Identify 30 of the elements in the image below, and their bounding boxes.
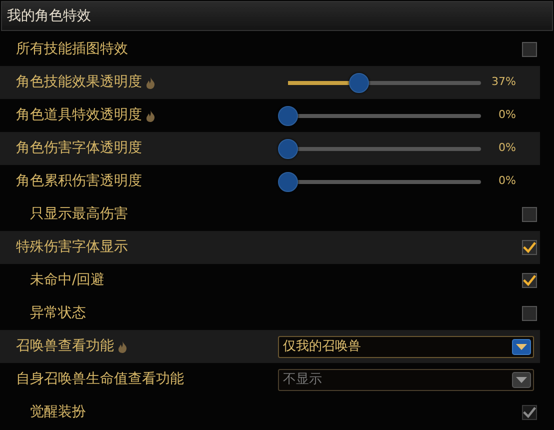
setting-label: 角色伤害字体透明度 [16,139,142,158]
slider-thumb[interactable] [278,106,298,126]
checkbox[interactable] [522,273,537,288]
setting-label: 未命中/回避 [30,271,105,290]
check-icon [523,406,536,419]
slider-thumb[interactable] [278,172,298,192]
setting-label: 角色道具特效透明度 [16,106,142,125]
setting-label: 觉醒装扮 [30,403,86,422]
setting-label: 特殊伤害字体显示 [16,238,128,257]
setting-label: 召唤兽查看功能 [16,337,114,356]
setting-label: 角色技能效果透明度 [16,73,142,92]
checkbox[interactable] [522,207,537,222]
slider-value: 0% [498,107,516,124]
check-icon [523,274,536,287]
setting-label: 所有技能插图特效 [16,40,128,59]
check-icon [523,241,536,254]
panel-title: 我的角色特效 [7,6,91,26]
slider-value: 0% [498,173,516,190]
dropdown[interactable]: 仅我的召唤兽 [278,336,534,358]
setting-label: 角色累积伤害透明度 [16,172,142,191]
slider-thumb[interactable] [278,138,298,158]
checkbox[interactable] [522,306,537,321]
setting-label: 只显示最高伤害 [30,205,128,224]
slider-thumb[interactable] [349,72,370,92]
setting-label: 异常状态 [30,304,86,323]
checkbox[interactable] [522,42,537,57]
slider-value: 0% [498,140,516,156]
checkbox[interactable] [522,240,537,255]
slider-value: 37% [492,74,516,90]
setting-label: 自身召唤兽生命值查看功能 [16,370,184,389]
